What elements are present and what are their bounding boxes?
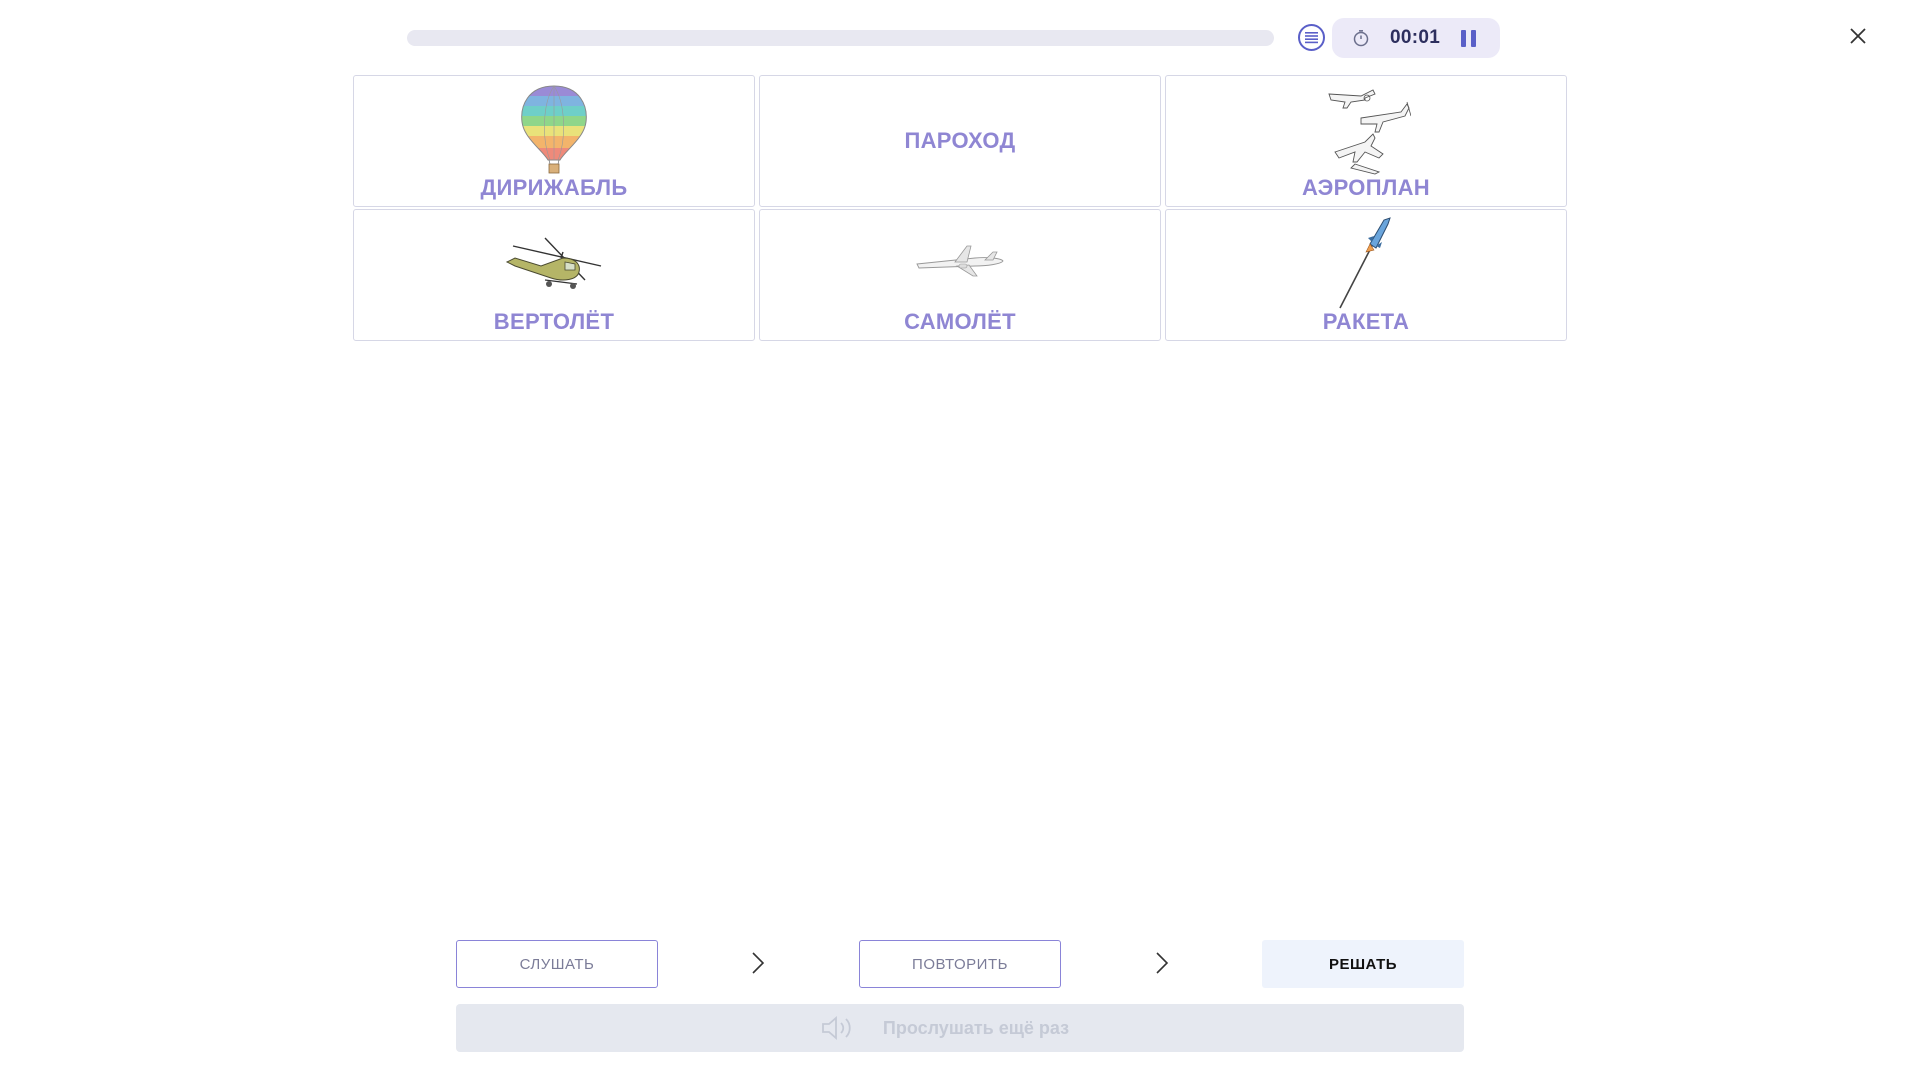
pause-icon xyxy=(1461,29,1466,47)
solve-button[interactable]: РЕШАТЬ xyxy=(1262,940,1464,988)
list-icon xyxy=(1305,31,1318,43)
card-label: ВЕРТОЛЁТ xyxy=(493,309,615,334)
card-raketa[interactable]: РАКЕТА xyxy=(1165,209,1567,341)
listen-again-button[interactable]: Прослушать ещё раз xyxy=(456,1004,1464,1052)
card-dirizhabl[interactable]: ДИРИЖАБЛЬ xyxy=(353,75,755,207)
answer-grid: ДИРИЖАБЛЬ ПАРОХОД АЭРОПЛАН ВЕРТОЛЁТ САМО… xyxy=(353,75,1567,341)
card-aeroplan[interactable]: АЭРОПЛАН xyxy=(1165,75,1567,207)
airplanes-icon xyxy=(1328,89,1411,175)
jet-plane-icon xyxy=(916,245,1004,277)
speaker-icon xyxy=(822,1016,851,1040)
timer-value: 00:01 xyxy=(1390,27,1441,48)
listen-button[interactable]: СЛУШАТЬ xyxy=(456,940,658,988)
card-label: ДИРИЖАБЛЬ xyxy=(480,175,628,200)
card-vertolet[interactable]: ВЕРТОЛЁТ xyxy=(353,209,755,341)
timer: 00:01 xyxy=(1332,18,1500,58)
chevron-right-icon xyxy=(752,952,765,974)
pause-button[interactable] xyxy=(1461,29,1476,47)
card-label: ПАРОХОД xyxy=(904,128,1016,153)
card-samolet[interactable]: САМОЛЁТ xyxy=(759,209,1161,341)
progress-bar xyxy=(407,30,1274,46)
card-label: САМОЛЁТ xyxy=(904,309,1016,334)
stopwatch-icon xyxy=(1353,30,1369,47)
listen-again-label: Прослушать ещё раз xyxy=(882,1017,1070,1038)
rocket-icon xyxy=(1339,217,1391,309)
card-label: АЭРОПЛАН xyxy=(1302,175,1430,200)
chevron-right-icon xyxy=(1156,952,1169,974)
task-list-button[interactable] xyxy=(1298,24,1325,51)
card-label: РАКЕТА xyxy=(1322,309,1410,334)
hot-air-balloon-icon xyxy=(521,85,587,174)
helicopter-icon xyxy=(505,237,602,289)
close-icon[interactable] xyxy=(1844,22,1872,50)
repeat-button[interactable]: ПОВТОРИТЬ xyxy=(859,940,1061,988)
card-parokhod[interactable]: ПАРОХОД xyxy=(759,75,1161,207)
